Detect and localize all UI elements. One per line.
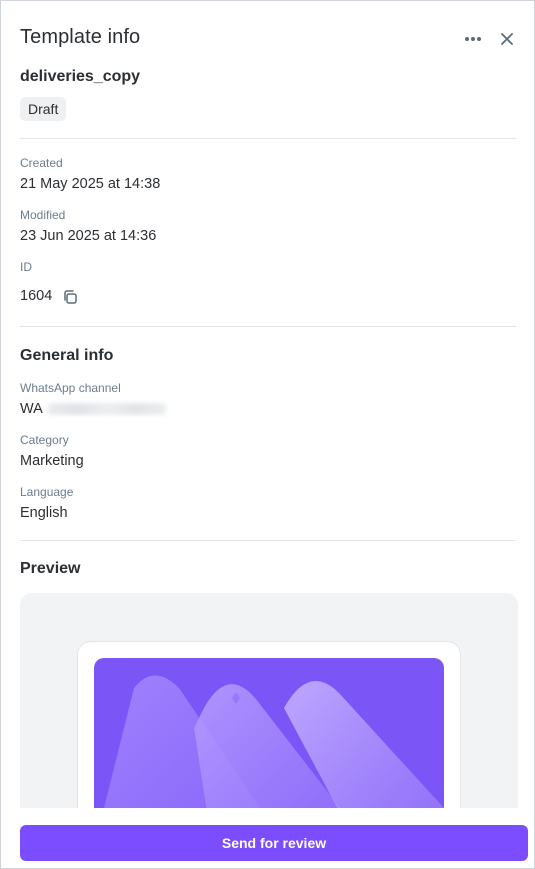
created-label: Created [20,156,63,170]
panel-title: Template info [20,26,141,48]
copy-id-button[interactable] [62,289,78,305]
redacted-phone-number [47,403,166,416]
more-options-button[interactable] [460,26,486,52]
whatsapp-channel-label: WhatsApp channel [20,381,121,395]
close-icon [501,33,513,45]
send-for-review-button[interactable]: Send for review [20,825,528,861]
panel-header: Template info [20,26,520,52]
divider [20,326,516,327]
channel-prefix: WA [20,401,43,417]
whatsapp-channel-value: WA [20,401,166,417]
copy-icon [64,290,77,304]
close-button[interactable] [494,26,520,52]
more-horizontal-icon [465,37,481,41]
modified-label: Modified [20,208,66,222]
general-info-title: General info [20,347,114,364]
template-name: deliveries_copy [20,68,141,85]
modified-value: 23 Jun 2025 at 14:36 [20,228,157,244]
divider [20,138,516,139]
created-value: 21 May 2025 at 14:38 [20,176,161,192]
divider [20,540,516,541]
preview-title: Preview [20,560,81,577]
status-badge: Draft [20,97,67,121]
template-info-panel: Template info deliveries_copy Draft Crea… [0,0,535,869]
id-label: ID [20,260,32,274]
language-label: Language [20,485,74,499]
language-value: English [20,505,68,521]
id-value: 1604 [20,288,53,304]
category-value: Marketing [20,453,84,469]
category-label: Category [20,433,69,447]
